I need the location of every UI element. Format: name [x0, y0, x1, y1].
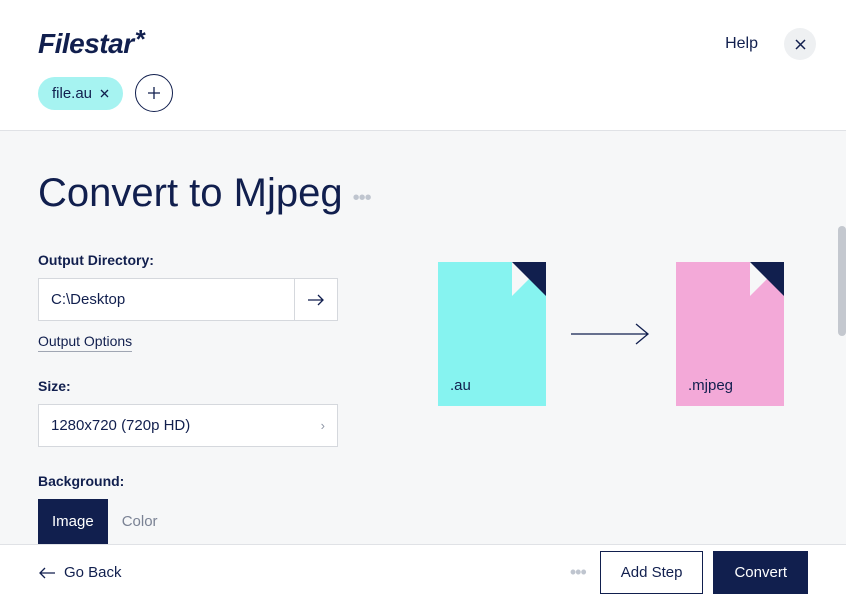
footer-more-icon[interactable]: ••• [570, 562, 586, 583]
output-dir-input[interactable] [38, 278, 294, 321]
remove-file-icon[interactable] [100, 85, 109, 101]
logo-text: Filestar [38, 28, 134, 60]
source-file-icon: .au [438, 262, 546, 406]
asterisk-icon: * [136, 28, 146, 50]
source-ext: .au [450, 377, 471, 394]
conversion-diagram: .au .mjpeg [438, 262, 784, 406]
bg-color-tab[interactable]: Color [108, 499, 172, 544]
arrow-right-icon [570, 322, 652, 346]
add-step-button[interactable]: Add Step [600, 551, 704, 594]
close-icon [795, 39, 806, 50]
arrow-left-icon [38, 566, 56, 580]
chevron-right-icon: › [321, 418, 325, 433]
output-options-link[interactable]: Output Options [38, 333, 132, 352]
background-label: Background: [38, 473, 338, 489]
arrow-right-icon [307, 293, 325, 307]
page-title: Convert to Mjpeg [38, 171, 343, 216]
title-more-icon[interactable]: ••• [353, 187, 371, 210]
output-dir-label: Output Directory: [38, 252, 338, 268]
size-label: Size: [38, 378, 338, 394]
size-select[interactable]: 1280x720 (720p HD) › [38, 404, 338, 447]
output-dir-browse-button[interactable] [294, 278, 338, 321]
target-ext: .mjpeg [688, 377, 733, 394]
target-file-icon: .mjpeg [676, 262, 784, 406]
close-button[interactable] [784, 28, 816, 60]
file-chip[interactable]: file.au [38, 77, 123, 110]
go-back-label: Go Back [64, 564, 122, 581]
convert-button[interactable]: Convert [713, 551, 808, 594]
go-back-button[interactable]: Go Back [38, 564, 122, 581]
bg-image-tab[interactable]: Image [38, 499, 108, 544]
app-logo: Filestar * [38, 28, 145, 60]
file-name: file.au [52, 85, 92, 102]
size-value: 1280x720 (720p HD) [51, 417, 190, 434]
help-link[interactable]: Help [725, 35, 758, 53]
add-file-button[interactable] [135, 74, 173, 112]
plus-icon [147, 86, 161, 100]
scrollbar-thumb[interactable] [838, 226, 846, 336]
